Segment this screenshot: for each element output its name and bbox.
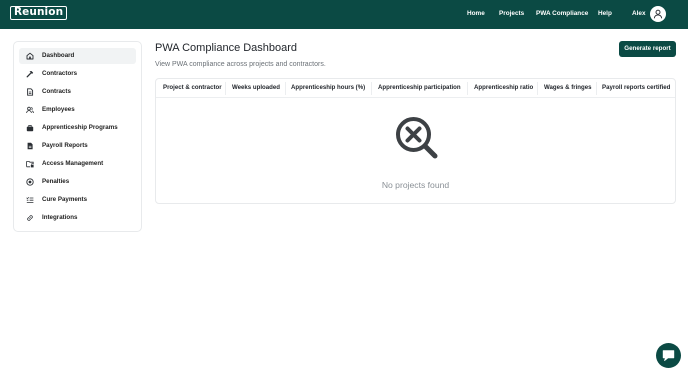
sidebar-item-penalties[interactable]: Penalties xyxy=(19,174,136,190)
sidebar-item-cure-payments[interactable]: Cure Payments xyxy=(19,192,136,208)
column-divider xyxy=(371,82,372,95)
column-header[interactable]: Weeks uploaded xyxy=(232,79,280,97)
home-icon xyxy=(26,52,34,60)
sidebar-item-label: Access Management xyxy=(42,160,104,167)
nav-link-home[interactable]: Home xyxy=(467,9,485,19)
column-header[interactable]: Apprenticeship hours (%) xyxy=(291,79,365,97)
column-header[interactable]: Project & contractor xyxy=(163,79,222,97)
sidebar-item-apprenticeship-programs[interactable]: Apprenticeship Programs xyxy=(19,120,136,136)
sidebar-item-integrations[interactable]: Integrations xyxy=(19,210,136,226)
sidebar-item-payroll-reports[interactable]: Payroll Reports xyxy=(19,138,136,154)
sidebar-item-label: Penalties xyxy=(42,178,70,185)
search-x-icon xyxy=(396,117,438,159)
chat-launcher-button[interactable] xyxy=(656,343,681,368)
column-header[interactable]: Apprenticeship participation xyxy=(378,79,461,97)
column-divider xyxy=(225,82,226,95)
sidebar-item-label: Apprenticeship Programs xyxy=(42,124,118,131)
hammer-icon xyxy=(26,71,34,78)
page-title: PWA Compliance Dashboard xyxy=(155,42,298,54)
chat-bubble-icon xyxy=(662,350,675,361)
top-nav-bar: Reunion Home Projects PWA Compliance Hel… xyxy=(0,0,688,29)
user-avatar[interactable] xyxy=(650,6,666,22)
sidebar-item-label: Payroll Reports xyxy=(42,142,88,149)
page-subtitle: View PWA compliance across projects and … xyxy=(155,61,326,68)
generate-report-button[interactable]: Generate report xyxy=(619,41,676,57)
sidebar-item-employees[interactable]: Employees xyxy=(19,102,136,118)
sidebar-item-contracts[interactable]: Contracts xyxy=(19,84,136,100)
column-divider xyxy=(596,82,597,95)
report-icon xyxy=(27,142,33,150)
column-divider xyxy=(537,82,538,95)
sidebar-item-access-management[interactable]: Access Management xyxy=(19,156,136,172)
user-icon xyxy=(653,9,663,19)
toolbox-icon xyxy=(26,125,34,132)
column-header[interactable]: Apprenticeship ratio xyxy=(474,79,533,97)
empty-state-message: No projects found xyxy=(381,180,450,190)
users-icon xyxy=(26,106,34,114)
projects-table: Project & contractor Weeks uploaded Appr… xyxy=(155,78,676,204)
sidebar-item-label: Contracts xyxy=(42,88,71,95)
folder-lock-icon xyxy=(26,161,34,168)
column-divider xyxy=(467,82,468,95)
sidebar: Dashboard Contractors Contracts Employee… xyxy=(13,41,142,232)
sidebar-item-label: Employees xyxy=(42,106,75,113)
nav-link-projects[interactable]: Projects xyxy=(499,9,524,19)
warning-circle-icon xyxy=(26,178,34,186)
column-header[interactable]: Wages & fringes xyxy=(544,79,592,97)
column-divider xyxy=(285,82,286,95)
sidebar-item-label: Contractors xyxy=(42,70,78,77)
table-header: Project & contractor Weeks uploaded Appr… xyxy=(156,79,675,98)
document-icon xyxy=(27,88,34,96)
nav-link-pwa-compliance[interactable]: PWA Compliance xyxy=(536,9,588,19)
list-check-icon xyxy=(26,196,34,203)
user-name[interactable]: Alex xyxy=(632,9,646,19)
nav-link-help[interactable]: Help xyxy=(598,9,612,19)
sidebar-item-contractors[interactable]: Contractors xyxy=(19,66,136,82)
sidebar-item-label: Dashboard xyxy=(42,52,75,59)
sidebar-item-dashboard[interactable]: Dashboard xyxy=(19,48,136,64)
link-icon xyxy=(27,215,33,221)
column-header[interactable]: Payroll reports certified xyxy=(602,79,670,97)
brand-logo[interactable]: Reunion xyxy=(10,6,68,20)
sidebar-item-label: Integrations xyxy=(42,214,78,221)
sidebar-item-label: Cure Payments xyxy=(42,196,88,203)
